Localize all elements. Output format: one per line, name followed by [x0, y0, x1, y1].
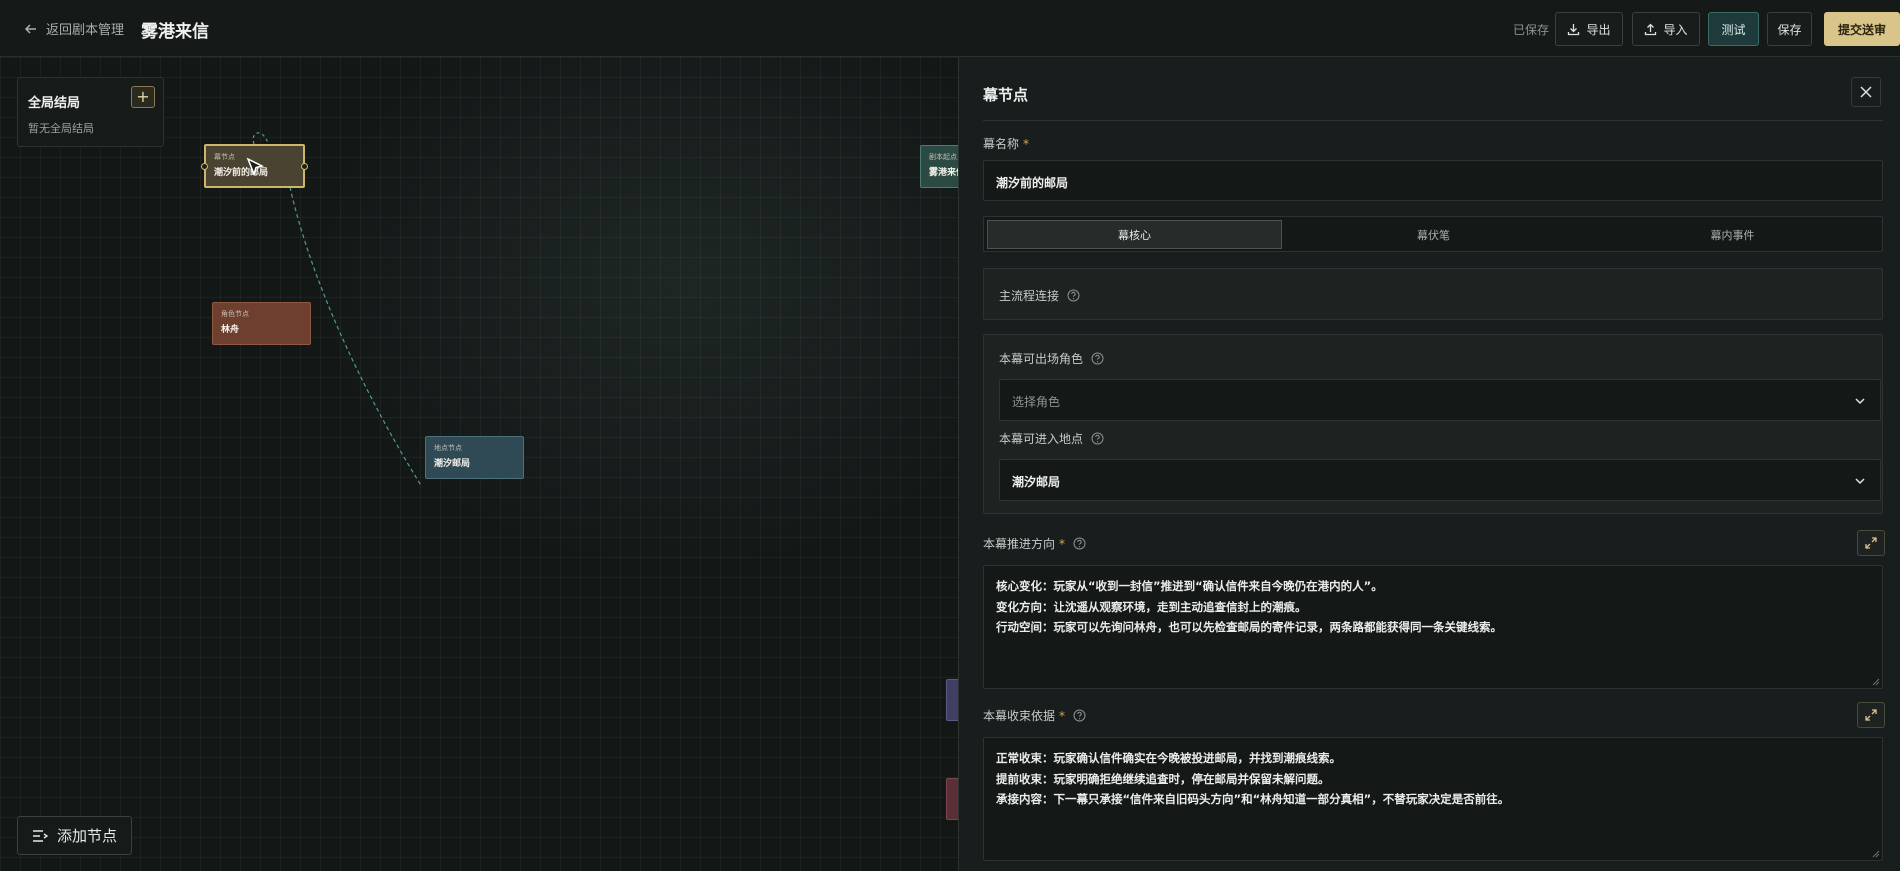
- flow-canvas[interactable]: 全局结局 + 暂无全局结局 幕节点 潮汐前的邮局 角色节点 林舟 地点节点 潮汐…: [0, 57, 958, 871]
- node-handle-right[interactable]: [301, 163, 308, 170]
- main-flow-section[interactable]: 主流程连接: [983, 268, 1883, 320]
- node-type-label: 剧本起点: [929, 153, 957, 161]
- import-button[interactable]: 导入: [1632, 12, 1700, 46]
- node-name-label: 雾港来信: [929, 168, 958, 178]
- chevron-down-icon: [1855, 398, 1865, 405]
- required-mark: *: [1059, 708, 1066, 723]
- node-name-label: 潮汐邮局: [434, 459, 471, 469]
- close-basis-line: 承接内容：下一幕只承接“信件来自旧码头方向”和“林舟知道一部分真相”，不替玩家决…: [996, 792, 1510, 806]
- role-node[interactable]: 角色节点 林舟: [212, 302, 311, 345]
- save-status: 已保存: [1513, 23, 1550, 37]
- places-label-text: 本幕可进入地点: [999, 432, 1084, 446]
- advance-label: 本幕推进方向 *: [983, 535, 1086, 552]
- export-button[interactable]: 导出: [1555, 12, 1623, 46]
- resize-handle-icon[interactable]: [1872, 850, 1880, 858]
- required-mark: *: [1023, 136, 1030, 151]
- expand-icon: [1865, 709, 1877, 721]
- node-type-label: 角色节点: [221, 310, 249, 318]
- arrow-left-icon: [24, 23, 36, 34]
- download-icon: [1568, 23, 1580, 35]
- node-detail-panel: 幕节点 幕名称 * 潮汐前的邮局 幕核心 幕伏笔 幕内事件 主流程连接 本幕可出场…: [958, 57, 1900, 871]
- roles-label: 本幕可出场角色: [999, 350, 1104, 367]
- submit-review-button[interactable]: 提交送审: [1824, 12, 1900, 46]
- close-icon: [1860, 86, 1872, 98]
- close-basis-textarea[interactable]: 正常收束：玩家确认信件确实在今晚被投进邮局，并找到潮痕线索。 提前收束：玩家明确…: [983, 737, 1883, 861]
- act-name-label-text: 幕名称: [983, 137, 1020, 151]
- panel-title: 幕节点: [983, 86, 1029, 104]
- chevron-down-icon: [1855, 478, 1865, 485]
- global-endings-panel: 全局结局 + 暂无全局结局: [17, 77, 164, 147]
- plus-icon: +: [136, 87, 150, 106]
- main-flow-label: 主流程连接: [999, 287, 1080, 304]
- add-global-ending-button[interactable]: +: [131, 86, 155, 108]
- hidden-node-purple[interactable]: [946, 679, 958, 721]
- upload-icon: [1645, 23, 1657, 35]
- advance-line: 变化方向：让沈遥从观察环境，走到主动追查信封上的潮痕。: [996, 599, 1307, 614]
- tab-act-events[interactable]: 幕内事件: [1583, 220, 1882, 249]
- places-label: 本幕可进入地点: [999, 430, 1104, 447]
- close-basis-line: 提前收束：玩家明确拒绝继续追查时，停在邮局并保留未解问题。: [996, 771, 1330, 786]
- advance-line: 核心变化：玩家从“收到一封信”推进到“确认信件来自今晚仍在港内的人”。: [996, 579, 1383, 593]
- script-start-node[interactable]: 剧本起点 雾港来信: [920, 145, 958, 188]
- node-type-label: 地点节点: [434, 444, 462, 452]
- back-label: 返回剧本管理: [46, 23, 125, 38]
- roles-placeholder: 选择角色: [1012, 395, 1061, 409]
- test-button[interactable]: 测试: [1708, 12, 1759, 46]
- help-icon[interactable]: [1073, 537, 1086, 550]
- node-handle-left[interactable]: [201, 163, 208, 170]
- places-value: 潮汐邮局: [1012, 475, 1061, 489]
- panel-tabs: 幕核心 幕伏笔 幕内事件: [983, 216, 1883, 252]
- expand-close-basis-button[interactable]: [1857, 702, 1885, 728]
- places-select[interactable]: 潮汐邮局: [999, 459, 1881, 501]
- resize-handle-icon[interactable]: [1872, 678, 1880, 686]
- add-node-button[interactable]: 添加节点: [17, 816, 132, 855]
- panel-divider: [983, 120, 1883, 121]
- add-list-icon: [32, 829, 48, 842]
- close-basis-line: 正常收束：玩家确认信件确实在今晚被投进邮局，并找到潮痕线索。: [996, 751, 1341, 765]
- pointer-cursor-icon: [246, 157, 265, 177]
- close-basis-label: 本幕收束依据 *: [983, 707, 1086, 724]
- global-endings-title: 全局结局: [28, 96, 81, 111]
- import-label: 导入: [1663, 22, 1688, 37]
- export-label: 导出: [1586, 22, 1611, 37]
- act-name-input[interactable]: 潮汐前的邮局: [983, 160, 1883, 201]
- close-panel-button[interactable]: [1851, 77, 1881, 107]
- expand-icon: [1865, 537, 1877, 549]
- expand-advance-button[interactable]: [1857, 530, 1885, 556]
- advance-line: 行动空间：玩家可以先询问林舟，也可以先检查邮局的寄件记录，两条路都能获得同一条关…: [996, 620, 1502, 634]
- help-icon[interactable]: [1091, 432, 1104, 445]
- help-icon[interactable]: [1073, 709, 1086, 722]
- help-icon[interactable]: [1067, 289, 1080, 302]
- required-mark: *: [1059, 536, 1066, 551]
- roles-places-section: 本幕可出场角色 选择角色 本幕可进入地点 潮汐邮局: [983, 334, 1883, 514]
- top-bar: 返回剧本管理 雾港来信 已保存 导出 导入 测试 保存 提交送审: [0, 0, 1900, 57]
- help-icon[interactable]: [1091, 352, 1104, 365]
- save-button[interactable]: 保存: [1767, 12, 1812, 46]
- advance-label-text: 本幕推进方向: [983, 537, 1056, 551]
- roles-label-text: 本幕可出场角色: [999, 352, 1084, 366]
- back-to-scripts-link[interactable]: 返回剧本管理: [24, 19, 124, 38]
- roles-select[interactable]: 选择角色: [999, 379, 1881, 421]
- tab-act-core[interactable]: 幕核心: [987, 220, 1282, 249]
- hidden-node-red[interactable]: [946, 778, 958, 820]
- main-flow-label-text: 主流程连接: [999, 289, 1060, 303]
- add-node-label: 添加节点: [56, 827, 117, 845]
- page-title: 雾港来信: [141, 22, 209, 42]
- tab-act-foreshadow[interactable]: 幕伏笔: [1284, 220, 1583, 249]
- act-name-label: 幕名称 *: [983, 135, 1029, 152]
- close-basis-label-text: 本幕收束依据: [983, 709, 1056, 723]
- place-node[interactable]: 地点节点 潮汐邮局: [425, 436, 524, 479]
- node-name-label: 林舟: [221, 325, 240, 335]
- advance-textarea[interactable]: 核心变化：玩家从“收到一封信”推进到“确认信件来自今晚仍在港内的人”。 变化方向…: [983, 565, 1883, 689]
- act-loop-edge: [252, 132, 269, 145]
- global-endings-empty: 暂无全局结局: [28, 122, 94, 135]
